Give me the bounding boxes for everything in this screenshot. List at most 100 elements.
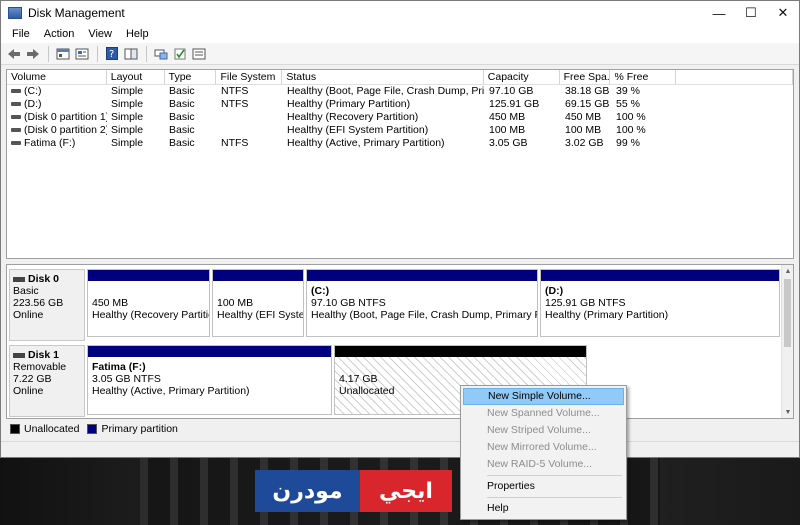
partition-efi-system[interactable]: 100 MB Healthy (EFI System — [212, 269, 304, 337]
menu-help[interactable]: Help — [119, 28, 156, 40]
menu-item-new-simple-volume[interactable]: New Simple Volume... — [463, 388, 624, 405]
menu-item-new-striped-volume: New Striped Volume... — [487, 424, 591, 436]
column-header-capacity[interactable]: Capacity — [484, 70, 560, 85]
menu-item-new-raid5-volume: New RAID-5 Volume... — [487, 458, 593, 470]
back-arrow-icon[interactable] — [5, 45, 23, 63]
partition-title: Fatima (F:) — [92, 361, 146, 373]
volume-icon — [11, 115, 21, 120]
type-cell: Basic — [169, 124, 195, 136]
partition-recovery[interactable]: 450 MB Healthy (Recovery Partition) — [87, 269, 210, 337]
partition-size: 100 MB — [217, 297, 254, 309]
column-header-volume[interactable]: Volume — [7, 70, 107, 85]
column-header-layout[interactable]: Layout — [107, 70, 165, 85]
watermark-blue-word: مودرن — [255, 470, 360, 512]
file-system-cell: NTFS — [221, 85, 249, 97]
table-row[interactable]: (C:) Simple Basic NTFS Healthy (Boot, Pa… — [7, 85, 793, 98]
primary-partition-bar — [88, 270, 209, 281]
partition-size: 450 MB — [92, 297, 129, 309]
close-button[interactable]: ✕ — [767, 1, 799, 25]
table-row[interactable]: (D:) Simple Basic NTFS Healthy (Primary … — [7, 98, 793, 111]
menu-file[interactable]: File — [5, 28, 37, 40]
maximize-button[interactable]: ☐ — [735, 1, 767, 25]
table-row[interactable]: Fatima (F:) Simple Basic NTFS Healthy (A… — [7, 137, 793, 150]
volume-icon — [11, 102, 21, 107]
menu-item-help[interactable]: Help — [463, 500, 624, 517]
toolbar-separator — [97, 45, 98, 62]
primary-partition-bar — [307, 270, 537, 281]
disk-0-name: Disk 0 — [28, 273, 59, 285]
partition-status: Healthy (Recovery Partition) — [92, 309, 209, 321]
table-row[interactable]: (Disk 0 partition 2) Simple Basic Health… — [7, 124, 793, 137]
settings-icon[interactable] — [190, 45, 208, 63]
volume-cell: (C:) — [7, 85, 107, 98]
file-system-cell: NTFS — [221, 137, 249, 149]
volume-icon — [11, 141, 21, 146]
menu-action[interactable]: Action — [37, 28, 82, 40]
layout-cell: Simple — [111, 111, 144, 123]
scroll-down-icon[interactable]: ▼ — [782, 406, 793, 418]
partition-fatima-f[interactable]: Fatima (F:) 3.05 GB NTFS Healthy (Active… — [87, 345, 332, 415]
forward-arrow-icon[interactable] — [24, 45, 42, 63]
volume-name: (Disk 0 partition 1) — [24, 111, 107, 123]
legend-unallocated: Unallocated — [10, 423, 79, 435]
status-cell: Healthy (Primary Partition) — [287, 98, 411, 110]
capacity-cell: 125.91 GB — [489, 98, 540, 110]
status-bar — [1, 441, 799, 457]
toolbar: ? — [1, 43, 799, 65]
column-header-type[interactable]: Type — [165, 70, 217, 85]
status-cell: Healthy (Active, Primary Partition) — [287, 137, 445, 149]
partition-status: Healthy (Active, Primary Partition) — [92, 385, 250, 397]
primary-partition-bar — [213, 270, 303, 281]
column-header-free-space[interactable]: Free Spa... — [560, 70, 611, 85]
type-cell: Basic — [169, 98, 195, 110]
partition-status: Healthy (EFI System — [217, 309, 303, 321]
primary-partition-bar — [541, 270, 779, 281]
scroll-thumb[interactable] — [784, 279, 791, 347]
primary-swatch — [87, 424, 98, 434]
disk-1-type: Removable — [13, 361, 67, 373]
file-system-cell — [217, 124, 283, 137]
minimize-button[interactable]: — — [703, 1, 735, 25]
column-header-file-system[interactable]: File System — [216, 70, 283, 85]
table-row[interactable]: (Disk 0 partition 1) Simple Basic Health… — [7, 111, 793, 124]
type-cell: Basic — [169, 137, 195, 149]
disk-1-state: Online — [13, 385, 44, 397]
layout-cell: Simple — [111, 98, 144, 110]
context-menu: New Simple Volume... New Spanned Volume.… — [460, 385, 627, 520]
disk-1-label[interactable]: Disk 1 Removable 7.22 GB Online — [9, 345, 85, 417]
disk-0-type: Basic — [13, 285, 39, 297]
menu-item-properties[interactable]: Properties — [463, 478, 624, 495]
capacity-cell: 450 MB — [489, 111, 526, 123]
toolbar-separator — [146, 45, 147, 62]
menu-view[interactable]: View — [81, 28, 119, 40]
column-header-percent-free[interactable]: % Free — [610, 70, 677, 85]
partition-size: 97.10 GB NTFS — [311, 297, 386, 309]
partition-size: 3.05 GB NTFS — [92, 373, 161, 385]
unallocated-bar — [335, 346, 586, 357]
disk-0-label[interactable]: Disk 0 Basic 223.56 GB Online — [9, 269, 85, 341]
free-space-cell: 450 MB — [565, 111, 602, 123]
disk-management-window: Disk Management — ☐ ✕ File Action View H… — [0, 0, 800, 458]
volume-icon — [11, 128, 21, 133]
unallocated-swatch — [10, 424, 20, 434]
layout-cell: Simple — [111, 85, 144, 97]
column-header-status[interactable]: Status — [282, 70, 484, 85]
partition-status: Healthy (Boot, Page File, Crash Dump, Pr… — [311, 309, 537, 321]
connect-icon[interactable] — [152, 45, 170, 63]
console-tree-icon[interactable] — [54, 45, 72, 63]
properties-icon[interactable] — [73, 45, 91, 63]
scroll-up-icon[interactable]: ▲ — [782, 265, 793, 277]
menu-bar: File Action View Help — [1, 25, 799, 43]
partition-c[interactable]: (C:) 97.10 GB NTFS Healthy (Boot, Page F… — [306, 269, 538, 337]
free-space-cell: 69.15 GB — [565, 98, 610, 110]
disk-icon — [13, 352, 25, 358]
vertical-scrollbar[interactable]: ▲ ▼ — [781, 265, 793, 418]
partition-d[interactable]: (D:) 125.91 GB NTFS Healthy (Primary Par… — [540, 269, 780, 337]
status-cell: Healthy (Boot, Page File, Crash Dump, Pr… — [287, 85, 485, 97]
volume-list: Volume Layout Type File System Status Ca… — [6, 69, 794, 259]
details-pane-icon[interactable] — [122, 45, 140, 63]
help-icon[interactable]: ? — [103, 45, 121, 63]
disk-1-name: Disk 1 — [28, 349, 59, 361]
checkmark-icon[interactable] — [171, 45, 189, 63]
capacity-cell: 97.10 GB — [489, 85, 534, 97]
